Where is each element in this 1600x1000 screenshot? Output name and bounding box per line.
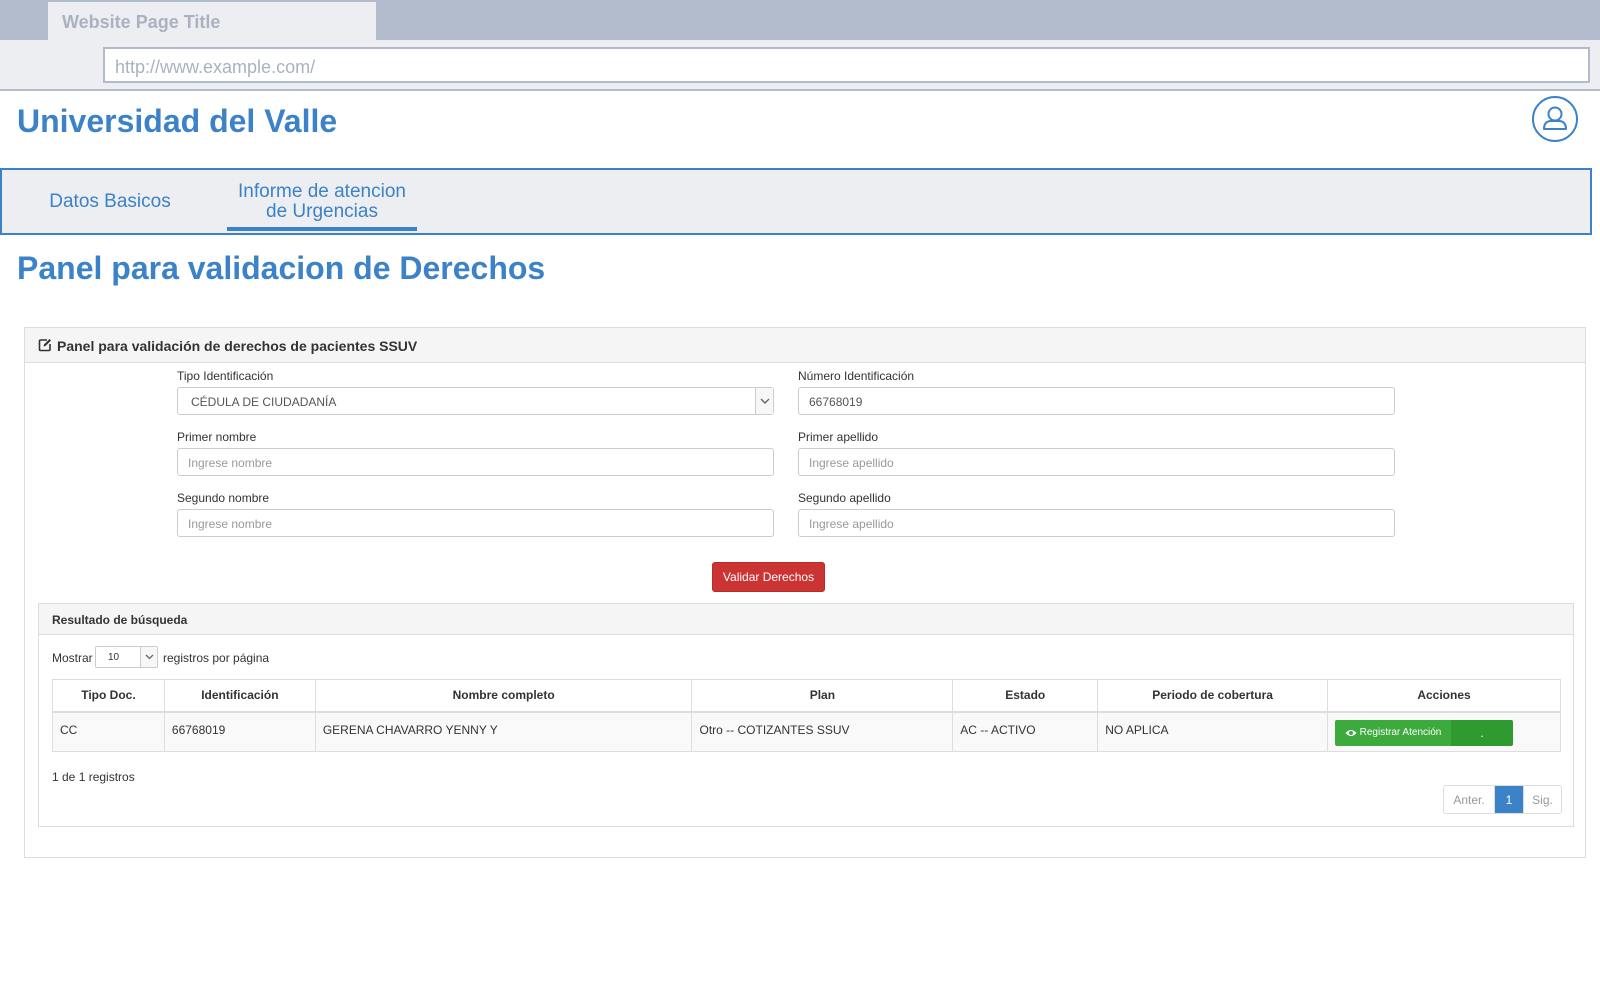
page-size-value: 10	[108, 652, 120, 663]
tipo-id-value: CÉDULA DE CIUDADANÍA	[191, 395, 337, 409]
panel-title: Panel para validación de derechos de pac…	[57, 338, 418, 354]
numero-id-label: Número Identificación	[798, 369, 915, 383]
browser-tab-title: Website Page Title	[62, 12, 221, 32]
main-nav: Datos Basicos Informe de atencion de Urg…	[0, 168, 1592, 235]
chevron-down-icon	[140, 647, 157, 667]
tab-informe-urgencias[interactable]: Informe de atencion de Urgencias	[227, 170, 417, 233]
user-icon[interactable]	[1532, 96, 1578, 142]
pagination-next[interactable]: Sig.	[1523, 786, 1561, 813]
cell-periodo: NO APLICA	[1097, 711, 1328, 752]
action-dropdown-button[interactable]: .	[1451, 719, 1513, 746]
address-bar-url: http://www.example.com/	[115, 57, 316, 77]
pagination-prev[interactable]: Anter.	[1444, 786, 1495, 813]
records-info: 1 de 1 registros	[52, 770, 135, 784]
cell-tipo-doc: CC	[52, 711, 165, 752]
browser-tabbar: Website Page Title	[0, 0, 1600, 40]
results-title: Resultado de búsqueda	[52, 613, 188, 627]
segundo-apellido-label: Segundo apellido	[798, 491, 891, 505]
show-label: Mostrar	[52, 651, 93, 665]
tab-datos-basicos-label: Datos Basicos	[49, 190, 171, 212]
validation-panel: Panel para validación de derechos de pac…	[24, 327, 1586, 858]
page-title: Panel para validacion de Derechos	[17, 250, 546, 286]
cell-estado: AC -- ACTIVO	[952, 711, 1099, 752]
numero-id-input[interactable]: 66768019	[798, 387, 1395, 415]
primer-apellido-label: Primer apellido	[798, 430, 879, 444]
column-header[interactable]: Identificación	[163, 679, 316, 713]
browser-toolbar: http://www.example.com/	[0, 40, 1600, 91]
results-table: Tipo Doc. Identificación Nombre completo…	[52, 679, 1561, 752]
active-tab-indicator	[227, 227, 417, 231]
tab-informe-urgencias-label-line2: de Urgencias	[266, 200, 378, 222]
column-header[interactable]: Nombre completo	[314, 679, 693, 713]
tipo-id-label: Tipo Identificación	[177, 369, 274, 383]
panel-header: Panel para validación de derechos de pac…	[25, 328, 1585, 363]
tab-datos-basicos[interactable]: Datos Basicos	[24, 170, 196, 233]
column-header[interactable]: Plan	[691, 679, 954, 713]
segundo-nombre-input[interactable]: Ingrese nombre	[177, 509, 774, 537]
column-header[interactable]: Tipo Doc.	[52, 679, 165, 713]
table-header-row: Tipo Doc. Identificación Nombre completo…	[52, 679, 1561, 713]
cell-acciones: Registrar Atención .	[1327, 711, 1561, 752]
tipo-id-select[interactable]: CÉDULA DE CIUDADANÍA	[177, 387, 774, 415]
primer-apellido-input[interactable]: Ingrese apellido	[798, 448, 1395, 476]
registrar-atencion-label: Registrar Atención	[1359, 727, 1442, 738]
cell-nombre: GERENA CHAVARRO YENNY Y	[314, 711, 693, 752]
page-size-select[interactable]: 10	[95, 646, 158, 668]
segundo-apellido-input[interactable]: Ingrese apellido	[798, 509, 1395, 537]
eye-icon	[1345, 729, 1357, 736]
results-header: Resultado de búsqueda	[39, 604, 1573, 635]
registrar-atencion-button[interactable]: Registrar Atención	[1335, 719, 1451, 746]
primer-nombre-input[interactable]: Ingrese nombre	[177, 448, 774, 476]
cell-identificacion: 66768019	[163, 711, 316, 752]
column-header[interactable]: Periodo de cobertura	[1097, 679, 1328, 713]
cell-plan: Otro -- COTIZANTES SSUV	[691, 711, 954, 752]
table-row: CC 66768019 GERENA CHAVARRO YENNY Y Otro…	[52, 711, 1561, 752]
address-bar[interactable]: http://www.example.com/	[103, 47, 1590, 83]
pagination: Anter. 1 Sig.	[1443, 785, 1562, 814]
segundo-nombre-label: Segundo nombre	[177, 491, 270, 505]
app-title: Universidad del Valle	[17, 103, 338, 139]
validar-derechos-button[interactable]: Validar Derechos	[712, 562, 825, 592]
chevron-down-icon	[755, 388, 773, 414]
edit-icon	[38, 339, 51, 352]
pagination-page-1[interactable]: 1	[1495, 786, 1523, 813]
browser-tab[interactable]: Website Page Title	[48, 2, 376, 40]
column-header[interactable]: Estado	[952, 679, 1099, 713]
primer-nombre-label: Primer nombre	[177, 430, 257, 444]
results-panel: Resultado de búsqueda Mostrar 10 registr…	[38, 603, 1574, 827]
column-header: Acciones	[1327, 679, 1561, 713]
tab-informe-urgencias-label-line1: Informe de atencion	[238, 180, 406, 202]
per-page-label: registros por página	[163, 651, 270, 665]
